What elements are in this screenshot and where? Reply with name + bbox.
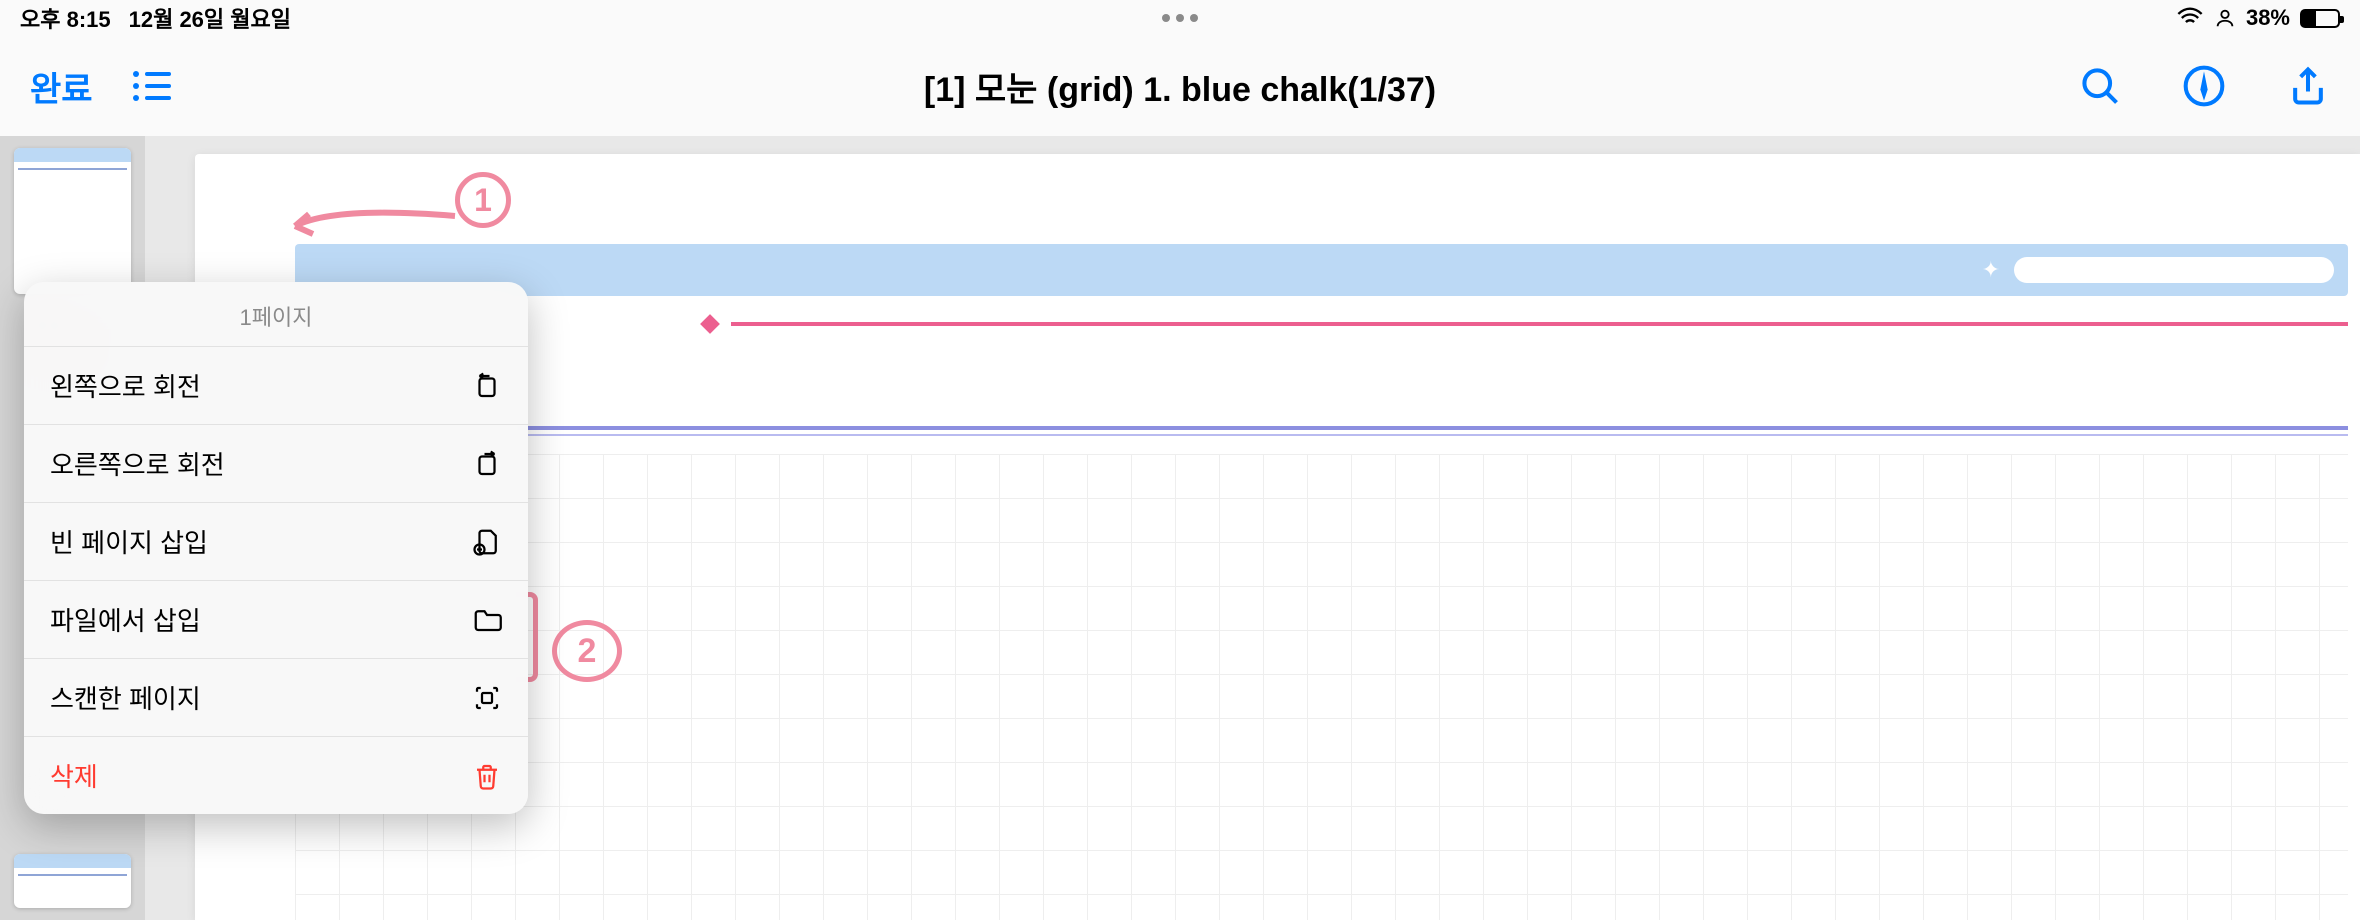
menu-scanned-page[interactable]: 스캔한 페이지 (24, 659, 528, 737)
menu-delete-label: 삭제 (50, 757, 98, 794)
page-thumbnail-2[interactable] (14, 854, 131, 908)
divider-purple-light (295, 434, 2348, 436)
page-thumbnail-1[interactable] (14, 148, 131, 294)
search-icon[interactable] (2078, 64, 2122, 108)
page-context-menu: 1페이지 왼쪽으로 회전 오른쪽으로 회전 빈 페이지 삽입 파일에서 삽입 스… (24, 282, 528, 814)
annotation-arrow (285, 196, 465, 256)
menu-insert-blank[interactable]: 빈 페이지 삽입 (24, 503, 528, 581)
rotate-left-icon (472, 371, 502, 401)
divider-pink (731, 322, 2348, 326)
annotation-step-2: 2 (552, 620, 622, 682)
menu-rotate-right[interactable]: 오른쪽으로 회전 (24, 425, 528, 503)
annotation-step-1: 1 (455, 172, 511, 228)
multitask-dots[interactable] (1162, 14, 1198, 22)
scan-icon (472, 683, 502, 713)
menu-scanned-page-label: 스캔한 페이지 (50, 679, 201, 716)
header-band: ✦ (295, 244, 2348, 296)
person-icon (2214, 7, 2236, 29)
app-toolbar: 완료 [1] 모눈 (grid) 1. blue chalk(1/37) (0, 36, 2360, 136)
done-button[interactable]: 완료 (30, 62, 93, 111)
menu-insert-blank-label: 빈 페이지 삽입 (50, 523, 208, 560)
wifi-icon (2176, 4, 2204, 32)
document-title: [1] 모눈 (grid) 1. blue chalk(1/37) (924, 62, 1436, 111)
grid-background (295, 454, 2348, 920)
divider-purple (295, 426, 2348, 430)
menu-rotate-left[interactable]: 왼쪽으로 회전 (24, 347, 528, 425)
share-icon[interactable] (2286, 64, 2330, 108)
rotate-right-icon (472, 449, 502, 479)
diamond-icon (700, 314, 720, 334)
content-row: Content. (295, 304, 2348, 344)
insert-blank-icon (472, 527, 502, 557)
trash-icon (472, 761, 502, 791)
battery-icon (2300, 9, 2340, 28)
status-bar: 오후 8:15 12월 26일 월요일 38% (0, 0, 2360, 36)
outline-icon[interactable] (133, 71, 171, 101)
status-time: 오후 8:15 (20, 2, 111, 34)
menu-rotate-left-label: 왼쪽으로 회전 (50, 367, 201, 404)
status-date: 12월 26일 월요일 (129, 2, 291, 34)
menu-insert-file-label: 파일에서 삽입 (50, 601, 201, 638)
sparkle-icon: ✦ (1982, 257, 2000, 283)
folder-icon (472, 605, 502, 635)
battery-percent: 38% (2246, 5, 2290, 31)
menu-delete[interactable]: 삭제 (24, 737, 528, 814)
pen-tool-icon[interactable] (2182, 64, 2226, 108)
header-pill (2014, 257, 2334, 283)
menu-insert-file[interactable]: 파일에서 삽입 (24, 581, 528, 659)
menu-rotate-right-label: 오른쪽으로 회전 (50, 445, 225, 482)
menu-header: 1페이지 (24, 282, 528, 347)
